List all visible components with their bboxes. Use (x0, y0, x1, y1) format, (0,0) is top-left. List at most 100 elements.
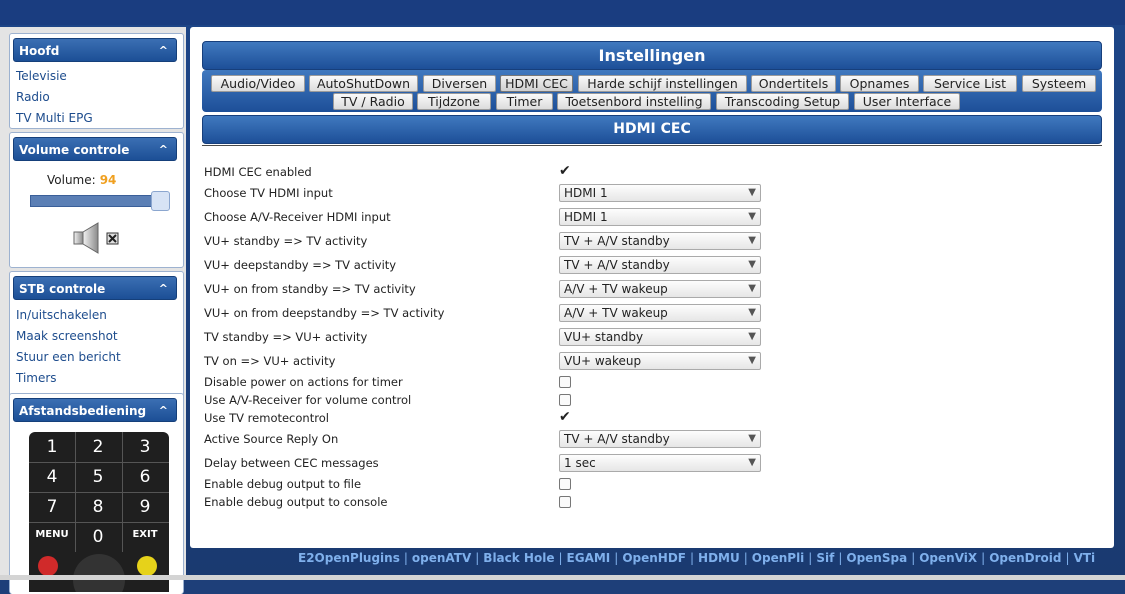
vu-deepstandby-tv-activity-select[interactable]: TV + A/V standby ▼ (559, 256, 761, 274)
remote-key-6[interactable]: 6 (123, 463, 167, 491)
tab-systeem[interactable]: Systeem (1022, 75, 1096, 92)
nav-link-televisie[interactable]: Televisie (16, 69, 67, 83)
av-receiver-volume-checkbox[interactable] (559, 394, 571, 406)
remote-key-9[interactable]: 9 (123, 493, 167, 521)
active-source-reply-select[interactable]: TV + A/V standby ▼ (559, 430, 761, 448)
tv-on-vu-activity-select[interactable]: VU+ wakeup ▼ (559, 352, 761, 370)
tab-hdmi-cec[interactable]: HDMI CEC (500, 75, 573, 92)
tab-audio-video[interactable]: Audio/Video (211, 75, 305, 92)
remote-key-8[interactable]: 8 (76, 493, 120, 521)
footer-separator: | (838, 551, 843, 565)
chevron-up-icon[interactable]: ^ (159, 277, 168, 301)
vu-on-from-deepstandby-select[interactable]: A/V + TV wakeup ▼ (559, 304, 761, 322)
setting-label: Use TV remotecontrol (204, 411, 329, 425)
tab-tv-radio[interactable]: TV / Radio (333, 93, 413, 110)
setting-label: Enable debug output to console (204, 495, 388, 509)
disable-power-on-checkbox[interactable] (559, 376, 571, 388)
tab-service-list[interactable]: Service List (923, 75, 1017, 92)
dropdown-arrow-icon: ▼ (748, 433, 756, 444)
remote-yellow-button[interactable] (137, 556, 157, 576)
remote-header[interactable]: Afstandsbediening ^ (13, 398, 177, 422)
nav-link-radio[interactable]: Radio (16, 90, 50, 104)
remote-title: Afstandsbediening (19, 404, 147, 418)
hoofd-title: Hoofd (19, 44, 60, 58)
footer-separator: | (690, 551, 695, 565)
dropdown-arrow-icon: ▼ (748, 355, 756, 366)
tab-diversen[interactable]: Diversen (423, 75, 496, 92)
footer-link[interactable]: OpenSpa (846, 551, 907, 565)
setting-label: Use A/V-Receiver for volume control (204, 393, 412, 407)
remote-key-0[interactable]: 0 (76, 523, 120, 551)
remote-key-exit[interactable]: EXIT (123, 521, 167, 549)
select-value: A/V + TV wakeup (564, 306, 668, 320)
speaker-icon[interactable] (72, 220, 120, 256)
chevron-up-icon[interactable]: ^ (159, 138, 168, 162)
dropdown-arrow-icon: ▼ (748, 187, 756, 198)
remote-key-menu[interactable]: MENU (30, 521, 74, 549)
footer-separator: | (558, 551, 563, 565)
tab-ondertitels[interactable]: Ondertitels (751, 75, 836, 92)
stb-title: STB controle (19, 282, 106, 296)
tab-user-interface[interactable]: User Interface (854, 93, 960, 110)
volume-slider-handle[interactable] (151, 191, 170, 211)
footer-link[interactable]: Black Hole (483, 551, 554, 565)
footer-link[interactable]: HDMU (698, 551, 740, 565)
select-value: A/V + TV wakeup (564, 282, 668, 296)
nav-link-timers[interactable]: Timers (16, 371, 57, 385)
checkmark-icon[interactable]: ✔ (559, 410, 571, 424)
remote-key-3[interactable]: 3 (123, 433, 167, 461)
dropdown-arrow-icon: ▼ (748, 259, 756, 270)
setting-label: VU+ standby => TV activity (204, 234, 368, 248)
footer-link[interactable]: OpenDroid (989, 551, 1061, 565)
chevron-up-icon[interactable]: ^ (159, 399, 168, 423)
nav-link-send-message[interactable]: Stuur een bericht (16, 350, 121, 364)
vu-on-from-standby-select[interactable]: A/V + TV wakeup ▼ (559, 280, 761, 298)
select-value: VU+ wakeup (564, 354, 642, 368)
vu-standby-tv-activity-select[interactable]: TV + A/V standby ▼ (559, 232, 761, 250)
hoofd-header[interactable]: Hoofd ^ (13, 38, 177, 62)
tv-hdmi-input-select[interactable]: HDMI 1 ▼ (559, 184, 761, 202)
footer-link[interactable]: E2OpenPlugins (298, 551, 400, 565)
tab-opnames[interactable]: Opnames (840, 75, 919, 92)
footer-link[interactable]: OpenHDF (622, 551, 686, 565)
nav-link-power[interactable]: In/uitschakelen (16, 308, 107, 322)
debug-console-checkbox[interactable] (559, 496, 571, 508)
volume-slider-track[interactable] (30, 195, 162, 207)
select-value: HDMI 1 (564, 186, 608, 200)
section-title: HDMI CEC (202, 115, 1102, 144)
footer-link[interactable]: VTi (1074, 551, 1096, 565)
chevron-up-icon[interactable]: ^ (159, 39, 168, 63)
av-receiver-hdmi-input-select[interactable]: HDMI 1 ▼ (559, 208, 761, 226)
tab-toetsenbord[interactable]: Toetsenbord instelling (557, 93, 711, 110)
remote-key-2[interactable]: 2 (76, 433, 120, 461)
footer-link[interactable]: OpenPli (752, 551, 805, 565)
footer-link[interactable]: EGAMI (567, 551, 611, 565)
setting-label: Enable debug output to file (204, 477, 362, 491)
remote-red-button[interactable] (38, 556, 58, 576)
checkmark-icon[interactable]: ✔ (559, 164, 571, 178)
tab-harde-schijf[interactable]: Harde schijf instellingen (578, 75, 747, 92)
volume-header[interactable]: Volume controle ^ (13, 137, 177, 161)
footer-link[interactable]: Sif (816, 551, 834, 565)
top-bar (0, 0, 1125, 25)
tab-transcoding-setup[interactable]: Transcoding Setup (716, 93, 849, 110)
footer-link[interactable]: OpenViX (919, 551, 977, 565)
dropdown-arrow-icon: ▼ (748, 457, 756, 468)
remote-key-1[interactable]: 1 (30, 433, 74, 461)
remote-key-4[interactable]: 4 (30, 463, 74, 491)
tv-standby-vu-activity-select[interactable]: VU+ standby ▼ (559, 328, 761, 346)
tab-autoshutdown[interactable]: AutoShutDown (309, 75, 418, 92)
remote-dpad[interactable] (73, 554, 125, 592)
remote-key-5[interactable]: 5 (76, 463, 120, 491)
debug-file-checkbox[interactable] (559, 478, 571, 490)
select-value: 1 sec (564, 456, 596, 470)
cec-delay-select[interactable]: 1 sec ▼ (559, 454, 761, 472)
volume-title: Volume controle (19, 143, 130, 157)
nav-link-screenshot[interactable]: Maak screenshot (16, 329, 118, 343)
stb-header[interactable]: STB controle ^ (13, 276, 177, 300)
tab-tijdzone[interactable]: Tijdzone (417, 93, 491, 110)
remote-key-7[interactable]: 7 (30, 493, 74, 521)
footer-link[interactable]: openATV (412, 551, 471, 565)
tab-timer[interactable]: Timer (496, 93, 553, 110)
nav-link-tv-multi-epg[interactable]: TV Multi EPG (16, 111, 93, 125)
